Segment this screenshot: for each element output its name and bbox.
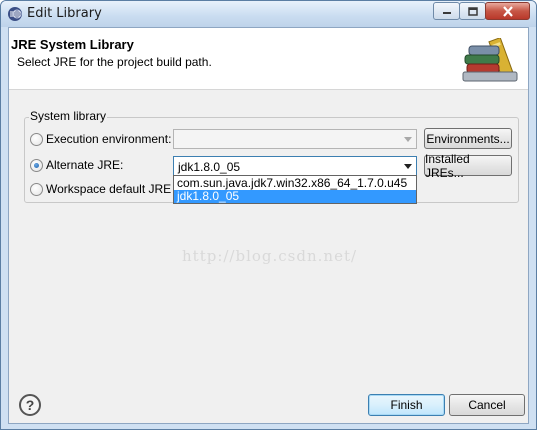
minimize-button[interactable] — [433, 2, 460, 20]
watermark-text: http://blog.csdn.net/ — [182, 247, 358, 265]
maximize-icon — [467, 6, 478, 16]
alternate-jre-combo[interactable]: jdk1.8.0_05 — [173, 156, 417, 176]
dialog-header: JRE System Library Select JRE for the pr… — [9, 28, 528, 90]
execution-environment-label: Execution environment: — [46, 132, 172, 146]
page-title: JRE System Library — [11, 37, 134, 52]
environments-button[interactable]: Environments... — [424, 128, 512, 149]
cancel-button[interactable]: Cancel — [449, 394, 525, 416]
window-title: Edit Library — [27, 6, 102, 21]
system-library-label: System library — [29, 109, 108, 123]
title-bar[interactable]: Edit Library — [1, 1, 536, 27]
help-icon: ? — [25, 397, 35, 413]
library-books-icon — [462, 38, 518, 82]
dialog-body: JRE System Library Select JRE for the pr… — [8, 27, 529, 424]
maximize-button[interactable] — [459, 2, 486, 20]
alternate-jre-value: jdk1.8.0_05 — [178, 160, 241, 174]
jre-dropdown-list: com.sun.java.jdk7.win32.x86_64_1.7.0.u45… — [173, 175, 417, 204]
finish-button[interactable]: Finish — [368, 394, 445, 416]
eclipse-icon — [8, 7, 22, 21]
chevron-down-icon — [404, 164, 412, 169]
execution-environment-combo[interactable] — [173, 129, 417, 149]
minimize-icon — [442, 12, 451, 14]
help-button[interactable]: ? — [19, 394, 41, 416]
installed-jres-button[interactable]: Installed JREs... — [424, 152, 512, 180]
chevron-down-icon — [404, 137, 412, 142]
alternate-jre-radio[interactable] — [30, 159, 43, 172]
page-description: Select JRE for the project build path. — [17, 55, 212, 69]
workspace-default-radio[interactable] — [30, 183, 43, 196]
alternate-jre-label: Alternate JRE: — [46, 158, 124, 172]
dropdown-item-selected[interactable]: jdk1.8.0_05 — [174, 190, 416, 203]
execution-environment-radio[interactable] — [30, 133, 43, 146]
workspace-default-label: Workspace default JRE (jd — [46, 182, 188, 196]
close-icon — [502, 5, 513, 17]
edit-library-window: Edit Library JRE System Library Select J… — [0, 0, 537, 430]
close-button[interactable] — [485, 2, 530, 20]
